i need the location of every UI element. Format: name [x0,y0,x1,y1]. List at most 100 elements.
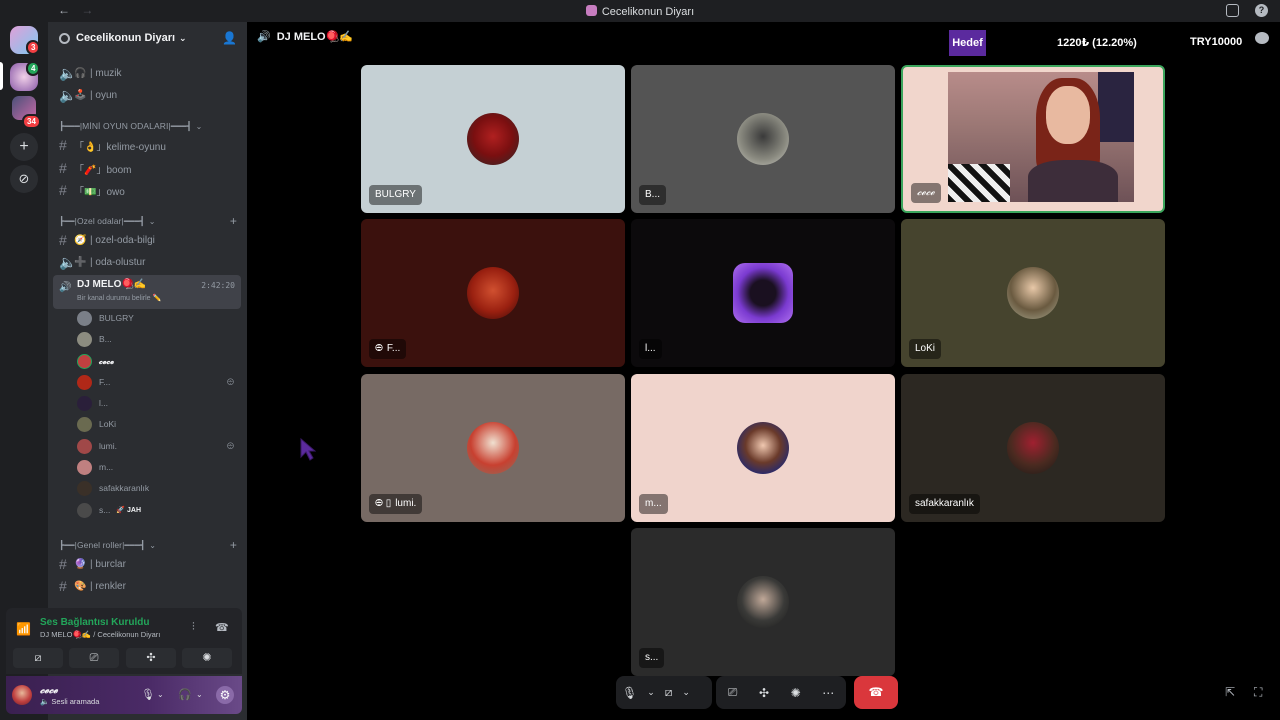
help-icon[interactable]: ? [1255,4,1268,17]
activities-icon[interactable]: ✣ [759,686,769,700]
participant-tile[interactable]: ⨸ F... [361,219,625,367]
selected-server-indicator [0,62,3,90]
connection-status[interactable]: Ses Bağlantısı Kuruldu [40,617,149,628]
chevron-down-icon[interactable]: ⌄ [682,687,690,698]
soundboard-button[interactable]: ✺ [182,648,232,668]
avatar [77,502,92,518]
voice-stage: 🔊 DJ MELO🪀✍️ Hedef 1220₺ (12.20%) TRY100… [247,22,1280,720]
participant-name: s... [639,648,665,668]
category-mini-oyun[interactable]: ┣━━━|MİNİ OYUN ODALARI|━━━┫⌄ + [59,118,291,134]
voice-user-name: safakkaranlık [99,483,150,493]
text-channel-renkler[interactable]: # 🎨 | renkler [56,576,240,596]
category-label: ┣━━━|MİNİ OYUN ODALARI|━━━┫ [59,120,192,131]
camera-off-icon[interactable]: ⧄ [665,685,673,700]
voice-user[interactable]: LoKi [77,415,237,433]
activities-button[interactable]: ✣ [126,648,176,668]
speaker-icon: 🔊 [59,282,72,293]
inbox-icon[interactable] [1226,4,1239,17]
title-bar: ← → Cecelikonun Diyarı ? [0,0,1280,22]
participant-tile[interactable]: m... [631,374,895,522]
screen-share-icon[interactable]: ⎚ [728,685,738,700]
voice-user[interactable]: m... [77,458,237,476]
chat-bubble-icon[interactable] [1255,32,1269,44]
create-channel-icon[interactable]: + [230,214,237,228]
voice-user-name: m... [99,462,114,472]
speaker-icon: 🔊 [257,31,271,43]
extra-controls: ⎚ ✣ ✺ ⋯ [716,676,846,709]
camera-toggle-button[interactable]: ⧄ [13,648,63,668]
voice-user-name: LoKi [99,419,117,429]
voice-channel-muzik[interactable]: 🔈 🎧 | muzik [56,63,240,83]
participant-tile-speaking[interactable]: 𝓬𝓮𝓬𝓮 [901,65,1165,213]
participant-name: m... [639,494,668,514]
channel-label: | oyun [90,89,118,101]
voice-user[interactable]: s... 🚀 JAH [77,501,237,519]
participant-tile[interactable]: BULGRY [361,65,625,213]
fullscreen-icon[interactable]: ⛶ [1254,685,1262,700]
more-options-icon[interactable]: ⋯ [822,686,834,700]
media-controls: 🎙 ⌄ ⧄ ⌄ [616,676,712,709]
hash-icon: # [59,556,67,572]
voice-user-name: s... [99,505,111,515]
chevron-down-icon[interactable]: ⌄ [196,690,203,699]
text-channel-boom[interactable]: # 「🧨」boom [56,158,240,178]
chevron-down-icon[interactable]: ⌄ [157,690,164,699]
server-header[interactable]: Cecelikonun Diyarı ⌄ 👤 [48,22,247,54]
add-server-icon[interactable]: + [10,133,38,161]
voice-user-name: B... [99,334,112,344]
avatar [467,267,519,319]
headphones-icon[interactable]: 🎧 [178,688,192,701]
active-voice-channel[interactable]: 🔊 DJ MELO🪀✍️ Bir kanal durumu belirle ✏️… [53,275,241,309]
channel-emoji: 🎧 [74,67,87,79]
text-channel-owo[interactable]: # 「💵」owo [56,180,240,200]
voice-user[interactable]: lumi. ⨸ [77,437,237,455]
channel-status-prompt[interactable]: Bir kanal durumu belirle ✏️ [77,294,161,302]
avatar [77,438,92,454]
call-duration: 2:42:20 [201,281,235,290]
signal-icon[interactable]: 📶 [16,622,31,636]
microphone-icon[interactable]: 🎙 [622,686,637,700]
hash-icon: # [59,160,67,176]
avatar [77,310,92,326]
noise-suppression-icon[interactable]: ⫶ [192,621,195,634]
folder-badge: 34 [22,114,41,129]
voice-user[interactable]: F... ⨸ [77,373,237,391]
voice-connection-panel: 📶 Ses Bağlantısı Kuruldu DJ MELO🪀✍️ / Ce… [6,608,242,674]
voice-user[interactable]: B... [77,330,237,348]
participant-tile[interactable]: ⨸ ▯ lumi. [361,374,625,522]
soundboard-icon[interactable]: ✺ [791,686,801,700]
create-channel-icon[interactable]: + [230,538,237,552]
microphone-icon[interactable]: 🎙 [141,688,155,701]
popout-icon[interactable]: ⇱ [1225,685,1235,699]
connection-location[interactable]: DJ MELO🪀✍️ / Cecelikonun Diyarı [40,630,160,639]
user-name[interactable]: 𝓬𝓮𝓬𝓮 [40,685,58,696]
voice-user[interactable]: safakkaranlık [77,479,237,497]
participant-tile[interactable]: LoKi [901,219,1165,367]
avatar [737,422,789,474]
participant-tile[interactable]: l... [631,219,895,367]
voice-user[interactable]: l... [77,394,237,412]
participant-tile[interactable]: safakkaranlık [901,374,1165,522]
deafened-icon: ⨸ [226,376,234,387]
voice-user[interactable]: BULGRY [77,309,237,327]
chevron-down-icon: ⌄ [195,121,203,131]
text-channel-ozel-oda-bilgi[interactable]: # 🧭 | ozel-oda-bilgi [56,230,240,250]
disconnect-button[interactable]: ☎ [854,676,898,709]
text-channel-burclar[interactable]: # 🔮 | burclar [56,554,240,574]
voice-channel-oyun[interactable]: 🔈 🕹️ | oyun [56,85,240,105]
avatar[interactable] [12,685,32,705]
chevron-down-icon[interactable]: ⌄ [647,687,655,698]
participant-tile[interactable]: B... [631,65,895,213]
disconnect-icon[interactable]: ☎ [215,621,229,634]
text-channel-kelime-oyunu[interactable]: # 「👌」kelime-oyunu [56,135,240,155]
add-friend-icon[interactable]: 👤 [222,31,237,45]
category-ozel-odalar[interactable]: ┣━━|Ozel odalar|━━━┫ ⌄ + [59,213,243,229]
category-genel-roller[interactable]: ┣━━|Genel roller|━━━┫ ⌄ + [59,537,243,553]
voice-user-name: BULGRY [99,313,134,323]
screen-share-button[interactable]: ⎚ [69,648,119,668]
participant-tile[interactable]: s... [631,528,895,676]
gear-icon[interactable]: ⚙ [216,686,234,704]
voice-channel-oda-olustur[interactable]: 🔈 ➕ | oda-olustur [56,252,240,272]
discover-icon[interactable]: ⊘ [10,165,38,193]
voice-user[interactable]: 𝓬𝓮𝓬𝓮 [77,352,237,370]
